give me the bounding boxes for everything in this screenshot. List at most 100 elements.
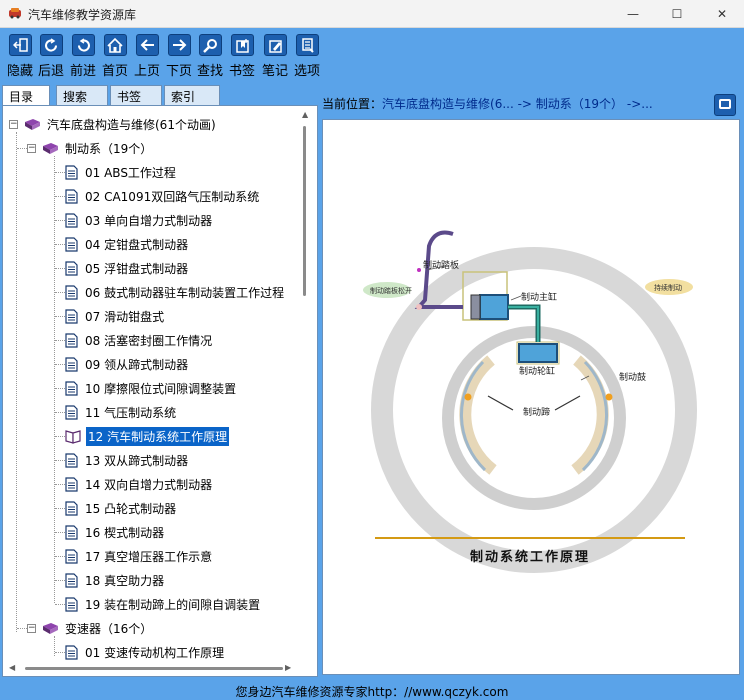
- document-icon: [65, 284, 78, 300]
- tree-item-label: 02 CA1091双回路气压制动系统: [85, 189, 260, 204]
- minimize-icon: —: [627, 7, 639, 21]
- list-item[interactable]: 08 活塞密封圈工作情况: [65, 330, 214, 350]
- tree-item-label: 03 单向自增力式制动器: [85, 213, 213, 228]
- home-button[interactable]: 首页: [97, 34, 133, 80]
- back-button[interactable]: 后退: [33, 34, 69, 80]
- collapse-icon[interactable]: −: [27, 623, 36, 633]
- tree-item-label: 08 活塞密封圈工作情况: [85, 333, 213, 348]
- app-icon: [9, 8, 21, 19]
- tree-line: [55, 508, 65, 509]
- content-pane: 制动踏板 制动主缸 制动轮缸 制动鼓 制动蹄 制动踏板松开 持续制动 制动系统工…: [322, 119, 740, 675]
- tree-group-label: 变速器（16个）: [65, 621, 153, 636]
- tree-group-label: 制动系（19个）: [65, 141, 153, 156]
- find-button[interactable]: 查找: [192, 34, 228, 80]
- collapse-icon[interactable]: −: [9, 119, 18, 129]
- scrollbar-thumb[interactable]: [25, 667, 283, 670]
- vertical-scrollbar[interactable]: ▲: [297, 106, 317, 676]
- tree-root-label: 汽车底盘构造与维修(61个动画): [47, 117, 216, 132]
- home-icon: [103, 34, 127, 56]
- tree-group-transmission[interactable]: − 变速器（16个）: [27, 618, 154, 638]
- bookmark-label: 书签: [228, 64, 255, 79]
- list-item[interactable]: 07 滑动钳盘式: [65, 306, 166, 326]
- tree-line: [55, 172, 65, 173]
- collapse-icon[interactable]: −: [27, 143, 36, 153]
- options-button[interactable]: 选项: [289, 34, 325, 80]
- document-icon: [65, 380, 78, 396]
- list-item[interactable]: 01 变速传动机构工作原理: [65, 642, 226, 662]
- note-button[interactable]: 笔记: [257, 34, 293, 80]
- options-label: 选项: [293, 64, 320, 79]
- list-item[interactable]: 04 定钳盘式制动器: [65, 234, 190, 254]
- close-button[interactable]: ✕: [699, 0, 744, 28]
- tree-line: [54, 156, 55, 603]
- tree-item-label: 05 浮钳盘式制动器: [85, 261, 189, 276]
- list-item[interactable]: 12 汽车制动系统工作原理: [65, 426, 230, 446]
- list-item[interactable]: 17 真空增压器工作示意: [65, 546, 214, 566]
- status-bar: 您身边汽车维修资源专家http：//www.qczyk.com: [0, 680, 744, 700]
- label-continue: 持续制动: [654, 283, 682, 292]
- list-item[interactable]: 13 双从蹄式制动器: [65, 450, 190, 470]
- tree-view[interactable]: − 汽车底盘构造与维修(61个动画) − 制动系（19个） 01 ABS工作过程…: [2, 105, 318, 677]
- document-icon: [65, 212, 78, 228]
- list-item[interactable]: 03 单向自增力式制动器: [65, 210, 214, 230]
- list-item[interactable]: 15 凸轮式制动器: [65, 498, 178, 518]
- scroll-right-icon[interactable]: ▶: [285, 663, 291, 672]
- document-icon: [65, 524, 78, 540]
- sidebar-tabs: 目录 搜索 书签 索引: [2, 85, 320, 106]
- list-item[interactable]: 02 CA1091双回路气压制动系统: [65, 186, 261, 206]
- tree-line: [55, 484, 65, 485]
- minimize-button[interactable]: —: [610, 0, 656, 28]
- document-icon: [65, 404, 78, 420]
- list-item[interactable]: 11 气压制动系统: [65, 402, 178, 422]
- window-title: 汽车维修教学资源库: [28, 8, 137, 22]
- scrollbar-thumb[interactable]: [303, 126, 306, 296]
- tree-item-label: 01 变速传动机构工作原理: [85, 645, 225, 660]
- tree-item-label: 19 装在制动蹄上的间隙自调装置: [85, 597, 261, 612]
- list-item[interactable]: 10 摩擦限位式间隙调整装置: [65, 378, 238, 398]
- document-icon: [65, 452, 78, 468]
- tree-item-label: 16 楔式制动器: [85, 525, 165, 540]
- bookmark-button[interactable]: 书签: [224, 34, 260, 80]
- list-item[interactable]: 14 双向自增力式制动器: [65, 474, 214, 494]
- tree-line: [16, 132, 17, 632]
- fullscreen-button[interactable]: [714, 94, 736, 116]
- master-cylinder: [479, 294, 509, 320]
- tree-line: [55, 268, 65, 269]
- list-item[interactable]: 18 真空助力器: [65, 570, 166, 590]
- list-item[interactable]: 16 楔式制动器: [65, 522, 166, 542]
- label-release: 制动踏板松开: [370, 286, 412, 295]
- open-book-icon: [65, 429, 81, 444]
- tab-contents[interactable]: 目录: [2, 85, 50, 106]
- list-item[interactable]: 05 浮钳盘式制动器: [65, 258, 190, 278]
- list-item[interactable]: 01 ABS工作过程: [65, 162, 178, 182]
- tree-item-label: 11 气压制动系统: [85, 405, 177, 420]
- document-icon: [65, 260, 78, 276]
- document-icon: [65, 548, 78, 564]
- tab-index[interactable]: 索引: [164, 85, 220, 105]
- tree-line: [55, 556, 65, 557]
- book-icon: [43, 622, 58, 634]
- breadcrumb: 当前位置：汽车底盘构造与维修(6... -> 制动系（19个） ->...: [322, 95, 653, 115]
- scroll-left-icon[interactable]: ◀: [9, 663, 15, 672]
- tree-root[interactable]: − 汽车底盘构造与维修(61个动画): [9, 114, 218, 134]
- tree-item-label: 04 定钳盘式制动器: [85, 237, 189, 252]
- breadcrumb-path[interactable]: 汽车底盘构造与维修(6... -> 制动系（19个） ->...: [382, 97, 653, 111]
- wheel-cylinder: [518, 343, 558, 363]
- forward-button[interactable]: 前进: [65, 34, 101, 80]
- left-brake-shoe: [459, 355, 497, 475]
- list-item[interactable]: 09 领从蹄式制动器: [65, 354, 190, 374]
- tab-bookmarks[interactable]: 书签: [110, 85, 162, 105]
- list-item[interactable]: 06 鼓式制动器驻车制动装置工作过程: [65, 282, 286, 302]
- tree-group-brake[interactable]: − 制动系（19个）: [27, 138, 154, 158]
- maximize-button[interactable]: ☐: [654, 0, 700, 28]
- horizontal-scrollbar[interactable]: ◀ ▶: [3, 660, 297, 676]
- home-label: 首页: [101, 64, 128, 79]
- list-item[interactable]: 19 装在制动蹄上的间隙自调装置: [65, 594, 262, 614]
- prev-page-button[interactable]: 上页: [129, 34, 165, 80]
- document-icon: [65, 500, 78, 516]
- tree-item-label: 07 滑动钳盘式: [85, 309, 165, 324]
- find-icon: [198, 34, 222, 56]
- scroll-up-icon[interactable]: ▲: [302, 110, 308, 119]
- window-icon: [719, 99, 731, 109]
- tab-search[interactable]: 搜索: [56, 85, 108, 105]
